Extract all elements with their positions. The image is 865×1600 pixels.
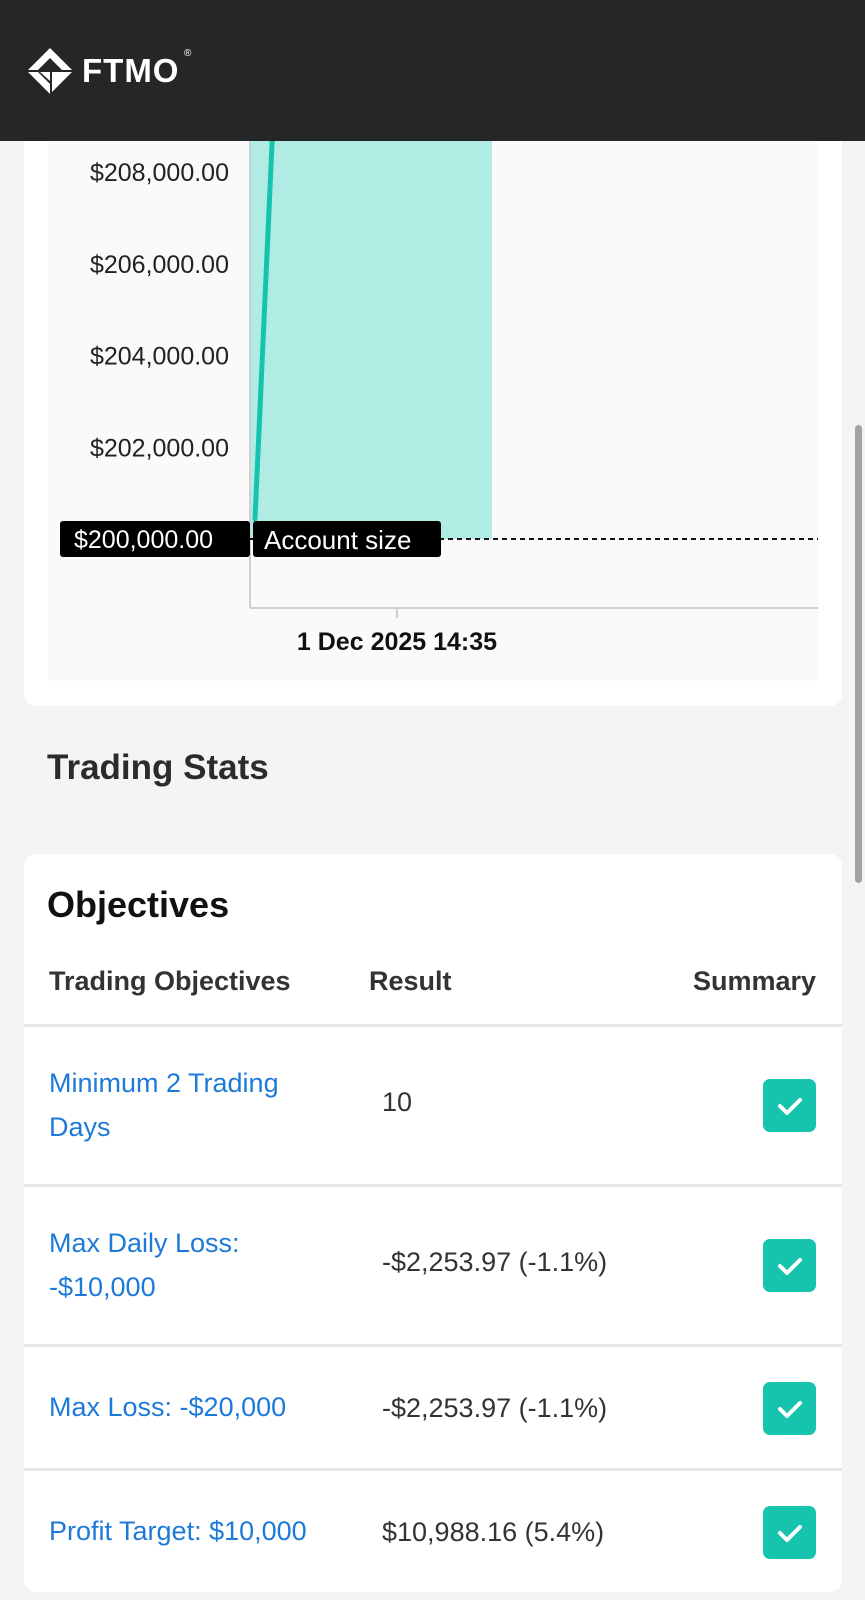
passed-badge (763, 1239, 816, 1292)
balance-chart: $208,000.00 $206,000.00 $204,000.00 $202,00… (48, 100, 818, 681)
y-tick-label: $206,000.00 (90, 251, 229, 279)
objective-result: $10,988.16 (5.4%) (382, 1517, 605, 1547)
objectives-card: Objectives Trading Objectives Result Sum… (24, 854, 842, 1592)
objective-row: Minimum 2 Trading Days 10 (24, 1027, 842, 1187)
y-tick-label: $202,000.00 (90, 434, 229, 462)
objective-link-max-loss[interactable]: Max Loss: -$20,000 (49, 1385, 339, 1429)
account-size-label: Account size (264, 525, 411, 555)
passed-badge (763, 1382, 816, 1435)
check-icon (777, 1257, 802, 1275)
profit-area (250, 100, 492, 539)
objective-result: -$2,253.97 (-1.1%) (382, 1393, 608, 1423)
brand-name: FTMO (82, 52, 180, 89)
x-tick-label: 1 Dec 2025 14:35 (297, 628, 497, 656)
y-tick-label: $208,000.00 (90, 159, 229, 187)
objective-row: Profit Target: $10,000 $10,988.16 (5.4%) (24, 1471, 842, 1592)
col-trading-objectives: Trading Objectives (49, 966, 291, 996)
objective-row: Max Daily Loss: -$10,000 -$2,253.97 (-1.… (24, 1187, 842, 1347)
check-icon (777, 1097, 802, 1115)
objective-link-min-days[interactable]: Minimum 2 Trading Days (49, 1061, 339, 1149)
registered-mark: ® (184, 48, 192, 59)
col-result: Result (369, 966, 452, 996)
ftmo-logo[interactable]: FTMO ® (26, 48, 191, 94)
account-size-value: $200,000.00 (74, 526, 213, 554)
check-icon (777, 1524, 802, 1542)
app-header: FTMO ® (0, 0, 865, 141)
objective-row: Max Loss: -$20,000 -$2,253.97 (-1.1%) (24, 1347, 842, 1471)
trading-stats-title: Trading Stats (47, 748, 269, 787)
passed-badge (763, 1506, 816, 1559)
page-scrollbar[interactable] (855, 425, 862, 883)
objective-link-profit-target[interactable]: Profit Target: $10,000 (49, 1509, 339, 1553)
objective-result: 10 (382, 1087, 413, 1117)
objectives-title: Objectives (47, 884, 230, 925)
objective-link-max-daily-loss[interactable]: Max Daily Loss: -$10,000 (49, 1221, 339, 1309)
check-icon (777, 1400, 802, 1418)
objective-result: -$2,253.97 (-1.1%) (382, 1247, 608, 1277)
y-tick-label: $204,000.00 (90, 343, 229, 371)
ftmo-logo-icon (28, 48, 72, 94)
balance-chart-card: $208,000.00 $206,000.00 $204,000.00 $202,00… (24, 100, 842, 706)
passed-badge (763, 1079, 816, 1132)
col-summary: Summary (692, 966, 816, 996)
